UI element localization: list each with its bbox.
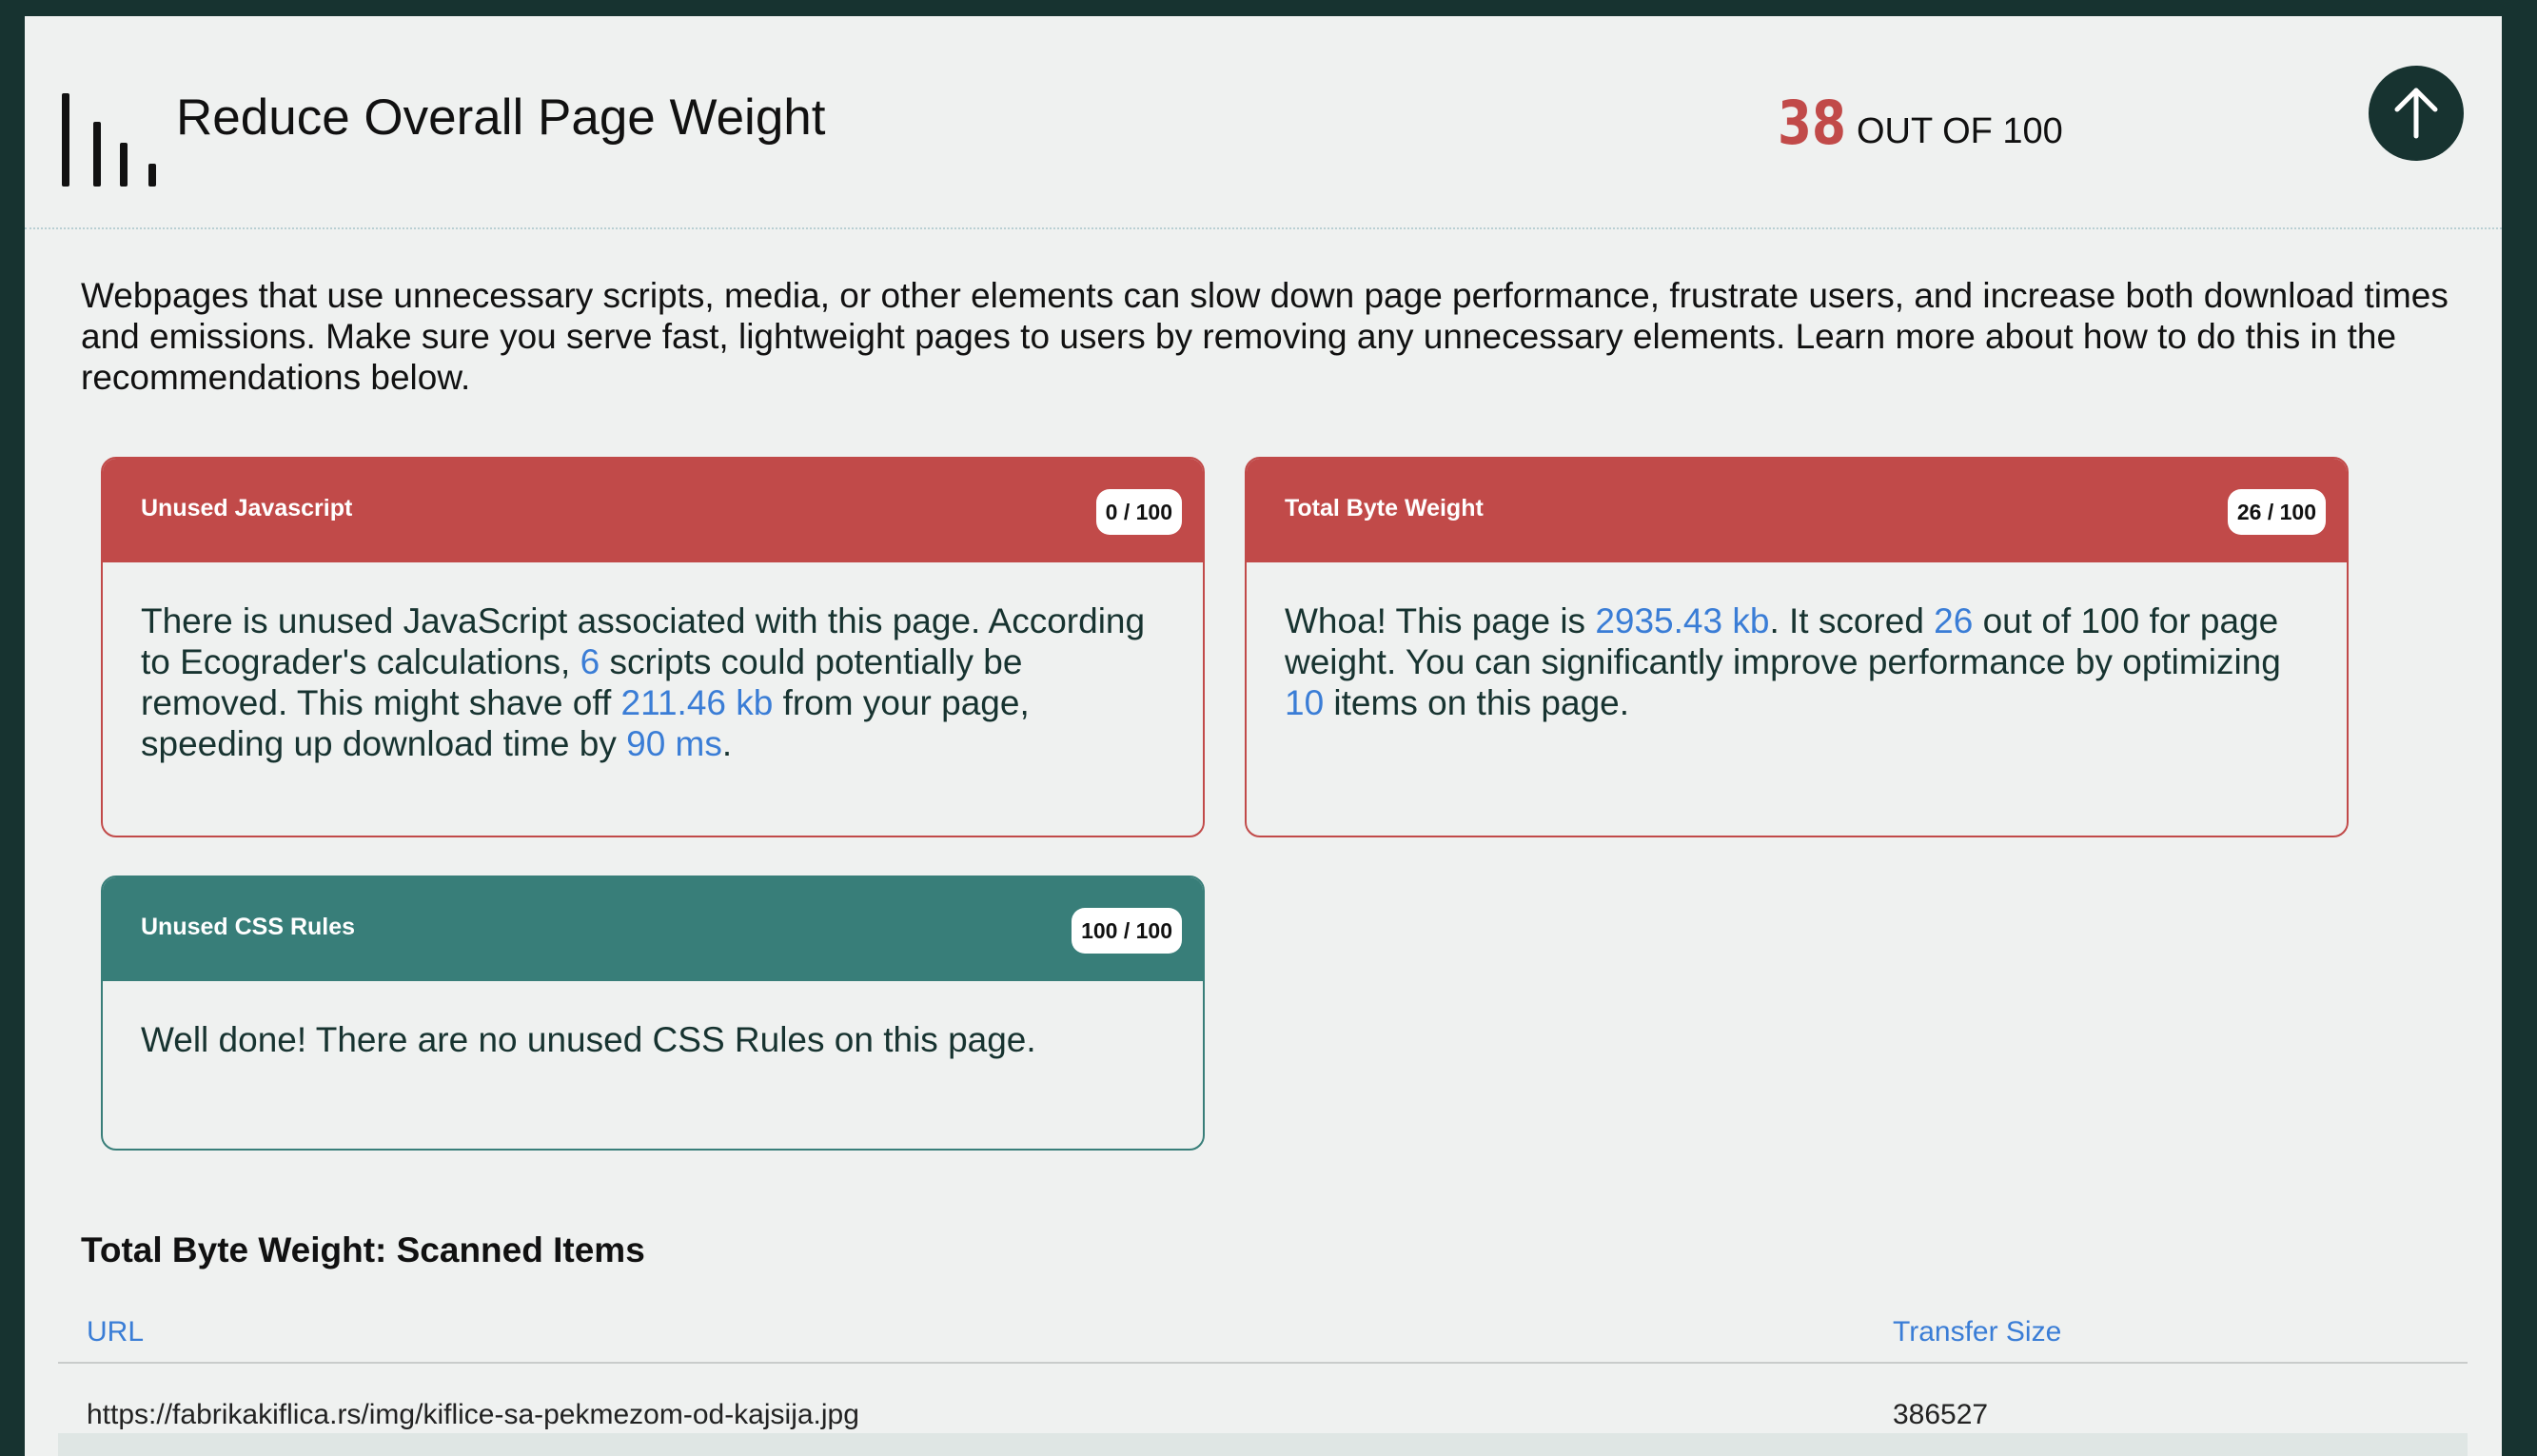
card-text: . <box>721 724 733 763</box>
card-title: Unused CSS Rules <box>141 914 356 940</box>
card-header: Unused CSS Rules 100 / 100 <box>103 877 1203 981</box>
card-total-byte-weight: Total Byte Weight 26 / 100 Whoa! This pa… <box>1245 457 2349 837</box>
score-badge: 26 / 100 <box>2227 489 2326 535</box>
table-cell-url: https://fabrikakiflica.rs/img/kiflice-sa… <box>87 1399 859 1430</box>
score-badge: 100 / 100 <box>1072 908 1182 954</box>
score-suffix: OUT OF 100 <box>1857 111 2063 151</box>
column-header-url[interactable]: URL <box>87 1316 144 1348</box>
item-count-value: 10 <box>1285 683 1325 722</box>
table-header-divider <box>58 1362 2468 1364</box>
time-savings-value: 90 ms <box>626 724 722 763</box>
bars-logo-icon <box>60 72 165 187</box>
card-title: Total Byte Weight <box>1285 495 1484 521</box>
card-text: Whoa! This page is <box>1285 601 1596 640</box>
page-size-value: 2935.43 kb <box>1595 601 1770 640</box>
weight-score-value: 26 <box>1934 601 1974 640</box>
savings-size-value: 211.46 kb <box>620 683 774 722</box>
card-text: Well done! There are no unused CSS Rules… <box>141 1020 1036 1059</box>
card-unused-css-rules: Unused CSS Rules 100 / 100 Well done! Th… <box>101 876 1205 1151</box>
card-header: Unused Javascript 0 / 100 <box>103 459 1203 562</box>
scanned-items-title: Total Byte Weight: Scanned Items <box>81 1230 645 1269</box>
overall-score: 38 <box>1778 89 1846 158</box>
card-body: There is unused JavaScript associated wi… <box>103 562 1203 764</box>
card-body: Whoa! This page is 2935.43 kb. It scored… <box>1247 562 2347 723</box>
script-count-value: 6 <box>580 642 600 681</box>
back-to-top-button[interactable] <box>2369 66 2464 161</box>
card-text: . It scored <box>1769 601 1935 640</box>
report-panel: Reduce Overall Page Weight 38 OUT OF 100… <box>25 16 2502 1456</box>
report-header: Reduce Overall Page Weight 38 OUT OF 100 <box>25 16 2502 229</box>
table-row <box>58 1433 2468 1456</box>
table-cell-transfer-size: 386527 <box>1893 1399 1989 1430</box>
column-header-transfer-size[interactable]: Transfer Size <box>1893 1316 2061 1348</box>
card-text: items on this page. <box>1324 683 1629 722</box>
page-title: Reduce Overall Page Weight <box>176 89 826 146</box>
card-title: Unused Javascript <box>141 495 353 521</box>
card-body: Well done! There are no unused CSS Rules… <box>103 981 1203 1060</box>
intro-text: Webpages that use unnecessary scripts, m… <box>81 276 2448 397</box>
score-badge: 0 / 100 <box>1095 489 1182 535</box>
arrow-up-icon <box>2394 88 2438 139</box>
card-unused-javascript: Unused Javascript 0 / 100 There is unuse… <box>101 457 1205 837</box>
card-header: Total Byte Weight 26 / 100 <box>1247 459 2347 562</box>
